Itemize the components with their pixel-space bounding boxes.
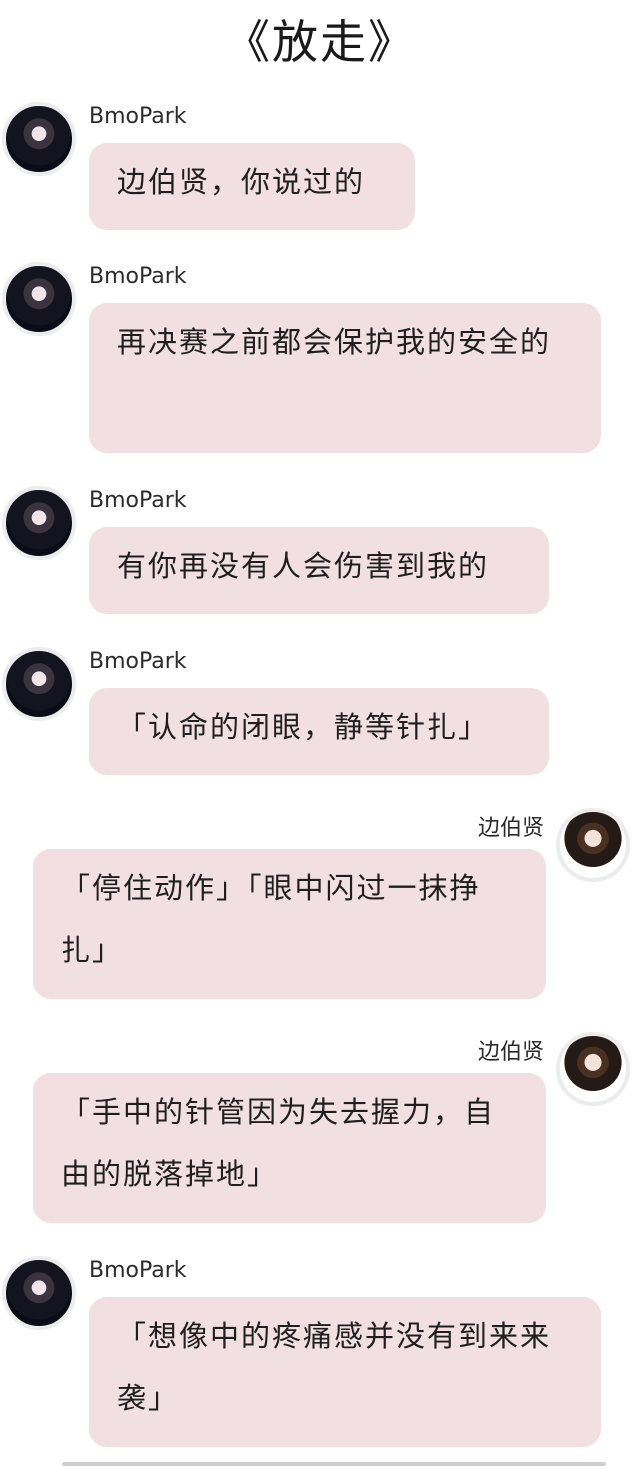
avatar-bmopark[interactable]: [2, 647, 76, 721]
message-text: 有你再没有人会伤害到我的: [117, 549, 490, 583]
page-title: 《放走》: [224, 15, 416, 69]
message-bubble[interactable]: 有你再没有人会伤害到我的: [89, 527, 549, 614]
sender-name: 边伯贤: [477, 816, 544, 841]
sender-name: BmoPark: [89, 1258, 187, 1283]
message-bubble[interactable]: 边伯贤，你说过的: [89, 143, 415, 230]
message-text: 边伯贤，你说过的: [117, 165, 366, 199]
avatar-bmopark[interactable]: [2, 486, 76, 560]
message-text: 再决赛之前都会保护我的安全的: [117, 325, 552, 359]
message-text: 「停住动作」「眼中闪过一抹挣扎」: [61, 871, 481, 967]
chat-message: BmoPark 「想像中的疼痛感并没有到来来袭」: [0, 1254, 640, 1454]
scrollbar[interactable]: [62, 1462, 606, 1466]
message-bubble[interactable]: 「手中的针管因为失去握力，自由的脱落掉地」: [33, 1073, 546, 1223]
chat-message: BmoPark 「认命的闭眼，静等针扎」: [0, 645, 640, 780]
avatar-baekhyun[interactable]: [556, 808, 630, 882]
chat-message: BmoPark 边伯贤，你说过的: [0, 100, 640, 235]
avatar-bmopark[interactable]: [2, 102, 76, 176]
chat-message: BmoPark 再决赛之前都会保护我的安全的: [0, 260, 640, 460]
sender-name: 边伯贤: [477, 1040, 544, 1065]
avatar-baekhyun[interactable]: [556, 1032, 630, 1106]
chat-message: 边伯贤 「手中的针管因为失去握力，自由的脱落掉地」: [0, 1030, 640, 1230]
message-bubble[interactable]: 「想像中的疼痛感并没有到来来袭」: [89, 1297, 601, 1447]
chat-message: BmoPark 有你再没有人会伤害到我的: [0, 484, 640, 619]
sender-name: BmoPark: [89, 488, 187, 513]
message-bubble[interactable]: 「停住动作」「眼中闪过一抹挣扎」: [33, 849, 546, 999]
message-bubble[interactable]: 再决赛之前都会保护我的安全的: [89, 303, 601, 453]
sender-name: BmoPark: [89, 264, 187, 289]
avatar-bmopark[interactable]: [2, 262, 76, 336]
chat-message: 边伯贤 「停住动作」「眼中闪过一抹挣扎」: [0, 806, 640, 1006]
avatar-bmopark[interactable]: [2, 1256, 76, 1330]
message-bubble[interactable]: 「认命的闭眼，静等针扎」: [89, 688, 549, 775]
message-text: 「手中的针管因为失去握力，自由的脱落掉地」: [61, 1095, 496, 1191]
sender-name: BmoPark: [89, 649, 187, 674]
sender-name: BmoPark: [89, 104, 187, 129]
message-text: 「想像中的疼痛感并没有到来来袭」: [117, 1319, 552, 1415]
message-text: 「认命的闭眼，静等针扎」: [117, 710, 490, 744]
